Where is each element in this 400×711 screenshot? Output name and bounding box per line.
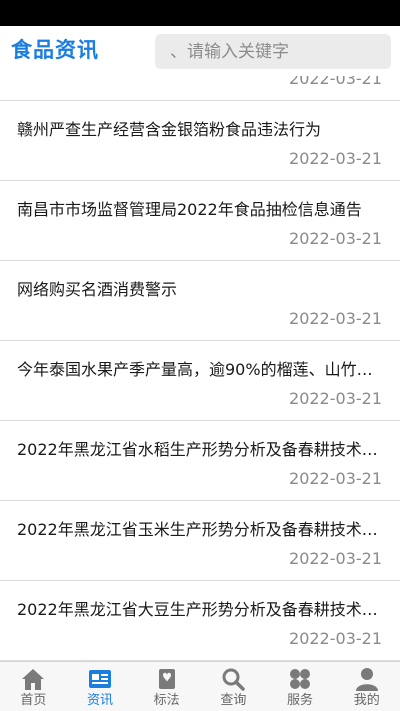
news-item[interactable]: 网络购买名酒消费警示 2022-03-21: [0, 261, 400, 341]
news-title: 南昌市市场监督管理局2022年食品抽检信息通告: [17, 200, 362, 219]
news-title: 网络购买名酒消费警示: [17, 280, 178, 299]
news-item[interactable]: 2022年黑龙江省玉米生产形势分析及备春耕技术措施 2022-03-21: [0, 501, 400, 581]
news-title: 2022年黑龙江省水稻生产形势分析及备春耕技术措施: [17, 440, 382, 459]
status-bar: [0, 0, 400, 26]
tab-label: 标法: [153, 693, 180, 708]
search-icon: [222, 668, 246, 691]
tab-label: 资讯: [87, 693, 114, 708]
home-icon: [22, 669, 45, 690]
news-item[interactable]: 南昌市市场监督管理局2022年食品抽检信息通告 2022-03-21: [0, 181, 400, 261]
news-list[interactable]: 2022-03-21 赣州严查生产经营含金银箔粉食品违法行为 2022-03-2…: [0, 76, 400, 661]
user-icon: [355, 668, 378, 691]
news-date: 2022-03-21: [289, 76, 382, 88]
news-title: 赣州严查生产经营含金银箔粉食品违法行为: [17, 120, 322, 139]
news-date: 2022-03-21: [289, 469, 382, 488]
news-date: 2022-03-21: [289, 549, 382, 568]
tab-news[interactable]: 资讯: [67, 662, 134, 711]
news-item[interactable]: 今年泰国水果产季产量高，逾90%的榴莲、山竹出口中国 2022-03-21: [0, 341, 400, 421]
search-box[interactable]: [155, 34, 391, 69]
tab-profile[interactable]: 我的: [333, 662, 400, 711]
service-icon: [290, 669, 311, 689]
tab-label: 查询: [220, 693, 247, 708]
tab-service[interactable]: 服务: [267, 662, 334, 711]
tab-search[interactable]: 查询: [200, 662, 267, 711]
news-title: 2022年黑龙江省玉米生产形势分析及备春耕技术措施: [17, 520, 382, 539]
news-item[interactable]: 赣州严查生产经营含金银箔粉食品违法行为 2022-03-21: [0, 101, 400, 181]
news-title: 2022年黑龙江省大豆生产形势分析及备春耕技术措施: [17, 600, 382, 619]
news-date: 2022-03-21: [289, 389, 382, 408]
news-date: 2022-03-21: [289, 629, 382, 648]
bottom-tab-bar: 首页 资讯 标法 查询 服务 我的: [0, 661, 400, 711]
tab-label: 服务: [287, 693, 314, 708]
header: 食品资讯: [0, 26, 400, 76]
tab-label: 我的: [353, 693, 380, 708]
tab-label: 首页: [20, 693, 47, 708]
news-title: 今年泰国水果产季产量高，逾90%的榴莲、山竹出口中国: [17, 360, 382, 379]
tab-standard[interactable]: 标法: [133, 662, 200, 711]
news-item[interactable]: 2022-03-21: [0, 76, 400, 101]
standard-icon: [158, 669, 175, 689]
page-title: 食品资讯: [11, 38, 99, 62]
news-item[interactable]: 2022年黑龙江省水稻生产形势分析及备春耕技术措施 2022-03-21: [0, 421, 400, 501]
news-icon: [89, 670, 111, 688]
news-date: 2022-03-21: [289, 149, 382, 168]
news-item[interactable]: 2022年黑龙江省大豆生产形势分析及备春耕技术措施 2022-03-21: [0, 581, 400, 661]
news-date: 2022-03-21: [289, 229, 382, 248]
tab-home[interactable]: 首页: [0, 662, 67, 711]
search-input[interactable]: [155, 34, 391, 69]
news-date: 2022-03-21: [289, 309, 382, 328]
